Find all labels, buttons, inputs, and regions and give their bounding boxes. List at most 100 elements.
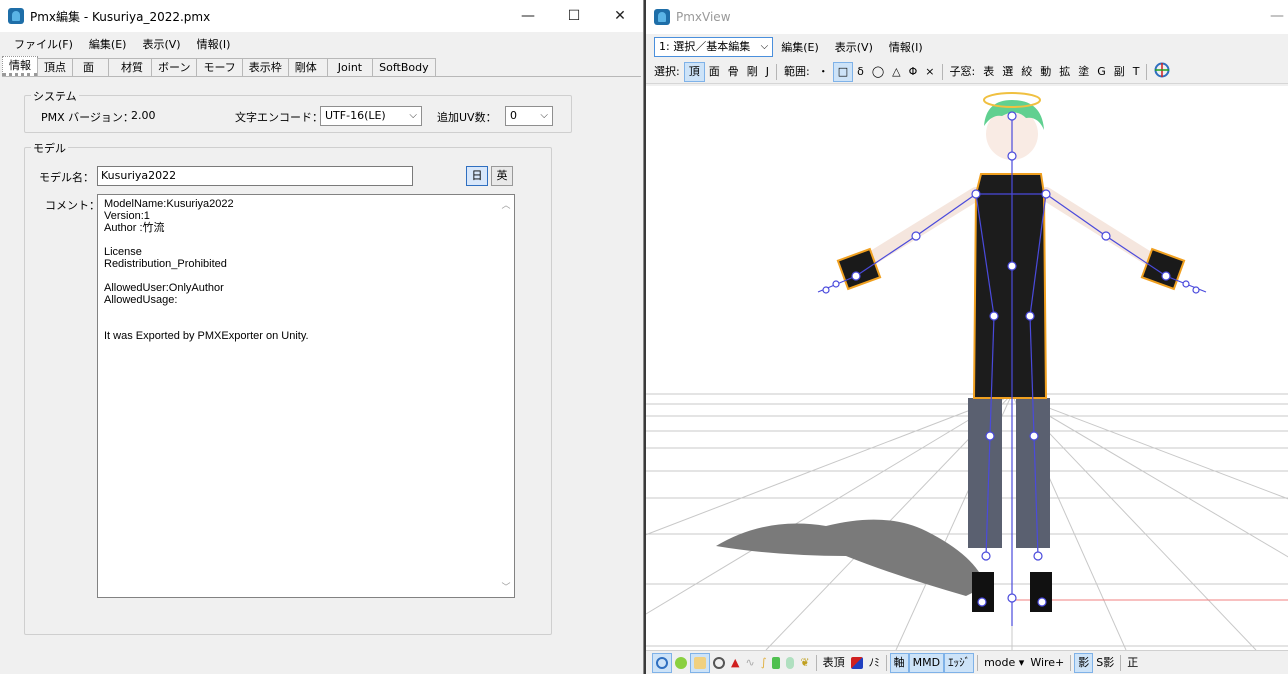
- view-title: PmxView: [676, 10, 731, 24]
- minimize-button[interactable]: —: [505, 0, 551, 32]
- floor-grid: [646, 393, 1288, 650]
- tab-vertex[interactable]: 頂点: [37, 58, 73, 76]
- scroll-down-icon[interactable]: ﹀: [498, 579, 514, 595]
- menu-file[interactable]: ファイル(F): [6, 36, 81, 52]
- leaf-icon[interactable]: [769, 653, 783, 673]
- sub-select-button[interactable]: 選: [998, 62, 1017, 82]
- toolbar-separator: [1146, 63, 1148, 80]
- tab-material[interactable]: 材質: [108, 58, 152, 76]
- lang-english-button[interactable]: 英: [491, 166, 513, 186]
- sub-scale-button[interactable]: 拡: [1055, 62, 1074, 82]
- sparkle-icon[interactable]: [672, 653, 690, 673]
- model-name-label: モデル名：: [39, 171, 94, 184]
- render-mode-dropdown[interactable]: mode ▾: [981, 653, 1027, 673]
- mode-select-value: 1: 選択／基本編集: [659, 40, 751, 53]
- crosshair-icon[interactable]: [1150, 62, 1174, 82]
- tab-info[interactable]: 情報: [2, 56, 38, 76]
- tab-joint[interactable]: Joint: [326, 58, 374, 76]
- lang-japanese-button[interactable]: 日: [466, 166, 488, 186]
- model-legend: モデル: [31, 140, 68, 156]
- comment-textarea[interactable]: ModelName:Kusuriya2022 Version:1 Author …: [97, 194, 515, 598]
- encoding-value: UTF-16(LE): [325, 109, 386, 122]
- select-label: 選択:: [654, 64, 680, 78]
- sub-move-button[interactable]: 動: [1036, 62, 1055, 82]
- view-menu-info[interactable]: 情報(I): [881, 39, 931, 55]
- select-joint-button[interactable]: J: [762, 62, 773, 82]
- axis-toggle[interactable]: 軸: [889, 652, 909, 673]
- comment-line: ModelName:Kusuriya2022: [104, 198, 234, 210]
- view-menu-view[interactable]: 表示(V): [827, 39, 881, 55]
- tab-rigidbody[interactable]: 剛体: [287, 58, 328, 76]
- range-rect-button[interactable]: □: [832, 61, 854, 82]
- wave-icon[interactable]: ∿: [742, 653, 757, 673]
- orthographic-toggle[interactable]: 正: [1124, 653, 1141, 673]
- comment-line: License: [104, 246, 142, 258]
- comment-line: [104, 318, 508, 330]
- bug-icon[interactable]: ❦: [797, 653, 812, 673]
- viewport-scene: [646, 92, 1288, 650]
- bottombar-separator: [977, 654, 979, 671]
- wireframe-toggle[interactable]: Wire+: [1027, 653, 1067, 673]
- editor-tabs: 情報 頂点 面 材質 ボーン モーフ 表示枠 剛体 Joint SoftBody: [2, 56, 641, 77]
- tab-display-frame[interactable]: 表示枠: [241, 58, 289, 76]
- model-name-input[interactable]: Kusuriya2022: [97, 166, 413, 186]
- sub-paint-button[interactable]: 塗: [1074, 62, 1093, 82]
- range-phi-button[interactable]: Φ: [905, 62, 922, 82]
- additional-uv-select[interactable]: 0 ⌵: [505, 106, 553, 126]
- scroll-up-icon[interactable]: ︿: [498, 197, 514, 213]
- triangle-icon[interactable]: ▲: [728, 653, 742, 673]
- edge-toggle[interactable]: ｴｯｼﾞ: [944, 652, 975, 673]
- select-rigid-button[interactable]: 剛: [743, 62, 762, 82]
- sub-table-button[interactable]: 表: [979, 62, 998, 82]
- target-icon[interactable]: [652, 652, 672, 673]
- menu-view[interactable]: 表示(V): [134, 36, 188, 52]
- range-circle-button[interactable]: ◯: [868, 62, 888, 82]
- menu-info[interactable]: 情報(I): [189, 36, 239, 52]
- tab-bone[interactable]: ボーン: [151, 58, 198, 76]
- view-minimize-button[interactable]: —: [1254, 0, 1288, 32]
- grid-icon[interactable]: [690, 652, 710, 673]
- record-icon[interactable]: [710, 653, 728, 673]
- sub-g-button[interactable]: G: [1093, 62, 1110, 82]
- encoding-select[interactable]: UTF-16(LE) ⌵: [320, 106, 422, 126]
- select-face-button[interactable]: 面: [705, 62, 724, 82]
- left-arm: [849, 187, 983, 275]
- 3d-viewport[interactable]: [646, 86, 1288, 650]
- comment-scrollbar[interactable]: ︿ ﹀: [498, 195, 514, 597]
- tab-face[interactable]: 面: [72, 58, 109, 76]
- sub-t-button[interactable]: T: [1129, 62, 1144, 82]
- encoding-label: 文字エンコード：: [235, 111, 323, 124]
- tab-morph[interactable]: モーフ: [196, 58, 243, 76]
- editor-menubar: ファイル(F) 編集(E) 表示(V) 情報(I): [0, 33, 643, 55]
- close-button[interactable]: ✕: [597, 0, 643, 32]
- noise-toggle[interactable]: ﾉﾐ: [866, 653, 883, 673]
- menu-edit[interactable]: 編集(E): [81, 36, 135, 52]
- select-bone-button[interactable]: 骨: [724, 62, 743, 82]
- comment-line: [104, 306, 508, 318]
- range-triangle-button[interactable]: △: [888, 62, 904, 82]
- range-delta-button[interactable]: δ: [853, 62, 868, 82]
- drop-icon[interactable]: [783, 653, 797, 673]
- show-vertex-toggle[interactable]: 表頂: [820, 653, 848, 673]
- comment-line: Redistribution_Prohibited: [104, 258, 227, 270]
- mode-select[interactable]: 1: 選択／基本編集 ⌵: [654, 37, 774, 57]
- system-legend: システム: [31, 88, 79, 104]
- bottombar-separator: [885, 654, 887, 671]
- additional-uv-value: 0: [510, 109, 517, 122]
- view-menu-edit[interactable]: 編集(E): [773, 39, 827, 55]
- pmx-version-label: PMX バージョン：: [41, 111, 134, 124]
- range-clear-button[interactable]: ×: [921, 62, 938, 82]
- system-group: システム PMX バージョン： 2.00 文字エンコード： UTF-16(LE)…: [24, 88, 572, 133]
- sub-filter-button[interactable]: 絞: [1017, 62, 1036, 82]
- select-vertex-button[interactable]: 頂: [683, 61, 705, 82]
- hair-icon[interactable]: ∫: [758, 653, 770, 673]
- tab-softbody[interactable]: SoftBody: [372, 58, 436, 76]
- shadow-toggle[interactable]: 影: [1074, 652, 1094, 673]
- maximize-button[interactable]: ☐: [551, 0, 597, 32]
- self-shadow-toggle[interactable]: S影: [1093, 653, 1117, 673]
- sub-secondary-button[interactable]: 副: [1110, 62, 1129, 82]
- mmd-toggle[interactable]: MMD: [908, 652, 945, 673]
- info-tab-page: システム PMX バージョン： 2.00 文字エンコード： UTF-16(LE)…: [2, 77, 641, 674]
- range-point-button[interactable]: ・: [814, 62, 833, 82]
- color-swatch-icon[interactable]: [848, 653, 866, 673]
